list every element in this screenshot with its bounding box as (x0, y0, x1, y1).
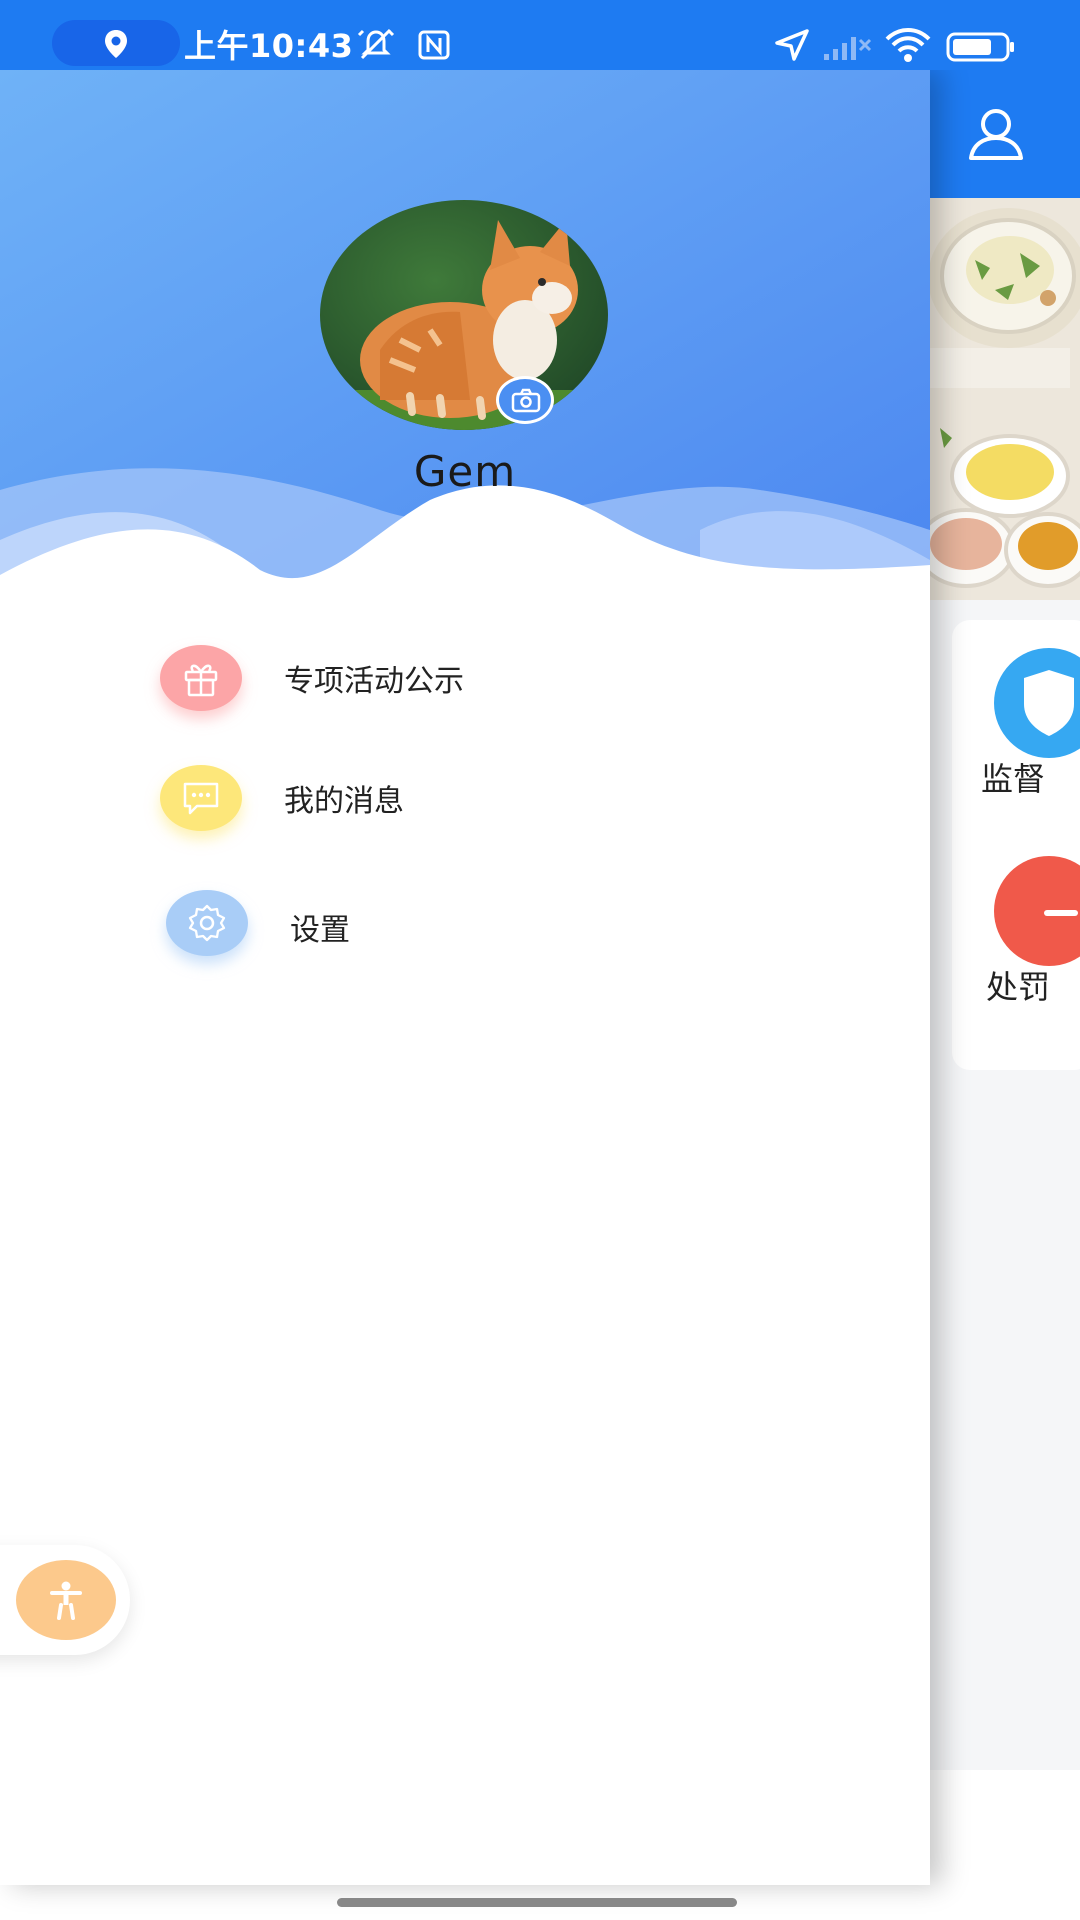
menu-icon-bubble (160, 765, 242, 831)
user-icon[interactable] (966, 106, 1026, 162)
background-header (930, 70, 1080, 198)
shield-icon (1024, 670, 1074, 736)
kitten-photo (320, 200, 608, 430)
feature-item-penalty[interactable] (994, 856, 1080, 966)
location-pill[interactable] (52, 20, 180, 66)
change-avatar-button[interactable] (496, 376, 554, 424)
drawer-header: Gem (0, 70, 930, 610)
nfc-icon (418, 30, 450, 60)
menu-item-my-messages[interactable]: 我的消息 (160, 760, 760, 850)
avatar[interactable] (320, 200, 608, 430)
gift-icon (184, 664, 218, 697)
user-name: Gem (413, 447, 517, 496)
feature-label-supervise: 监督 (981, 760, 1046, 798)
location-pin-icon (105, 30, 127, 58)
menu-icon-bubble (166, 890, 248, 956)
navigation-icon (775, 29, 809, 61)
status-time: 上午10:43 (184, 27, 354, 65)
feature-item-supervise[interactable] (994, 648, 1080, 758)
feature-card: 监督 处罚 (952, 620, 1080, 1070)
accessibility-float (0, 1545, 130, 1655)
menu-icon-bubble (160, 645, 242, 711)
battery-icon (946, 32, 1014, 62)
wifi-icon (885, 28, 931, 62)
feature-label-penalty: 处罚 (986, 968, 1051, 1006)
penalty-icon (1044, 910, 1078, 916)
alarm-off-icon (357, 28, 395, 60)
message-icon (183, 782, 219, 815)
accessibility-button[interactable] (16, 1560, 116, 1640)
menu-label: 我的消息 (284, 784, 404, 819)
signal-icon (824, 37, 872, 60)
menu-item-special-activity[interactable]: 专项活动公示 (160, 640, 760, 730)
food-banner-image (930, 198, 1080, 600)
gear-icon (188, 904, 226, 942)
navigation-drawer: Gem 专项活动公示 我的消息 设置 (0, 70, 930, 1885)
status-bar: 上午10:43 (0, 0, 1080, 70)
camera-icon (511, 388, 541, 413)
gesture-navigation-bar[interactable] (337, 1898, 737, 1907)
menu-label: 专项活动公示 (284, 664, 464, 699)
food-banner[interactable] (930, 198, 1080, 600)
background-app: 监督 处罚 (930, 70, 1080, 1920)
background-bottom (930, 1770, 1080, 1920)
menu-item-settings[interactable]: 设置 (160, 885, 760, 975)
menu-label: 设置 (290, 913, 350, 948)
accessibility-icon (50, 1581, 82, 1620)
